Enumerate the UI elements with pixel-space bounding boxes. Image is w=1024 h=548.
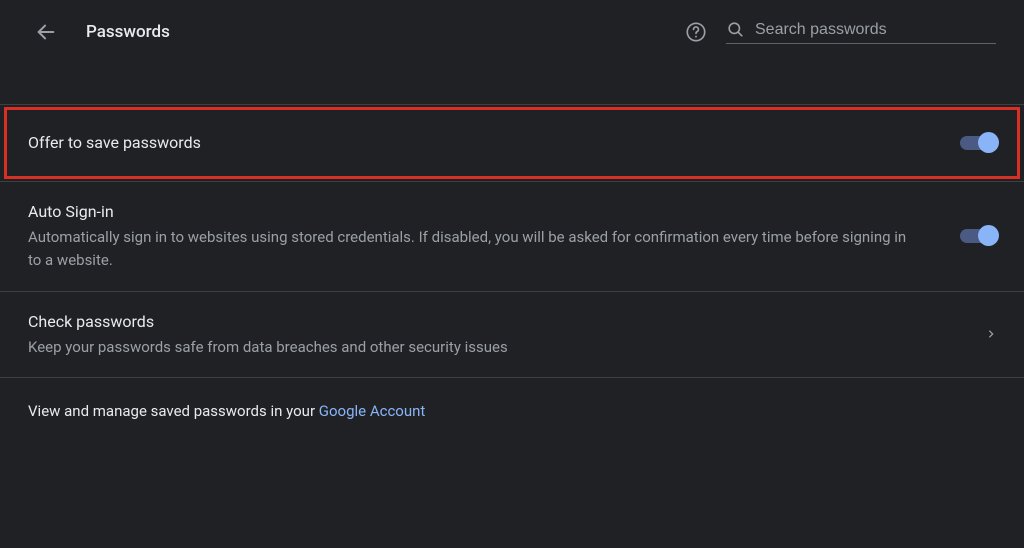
row-text: Check passwords Keep your passwords safe…	[28, 310, 978, 359]
manage-passwords-footer: View and manage saved passwords in your …	[0, 378, 1024, 444]
row-description: Automatically sign in to websites using …	[28, 226, 920, 273]
toggle-knob	[978, 132, 999, 153]
page-title: Passwords	[86, 22, 170, 42]
chevron-right-icon	[986, 329, 996, 339]
google-account-link[interactable]: Google Account	[319, 402, 426, 420]
help-button[interactable]	[678, 14, 714, 50]
row-description: Keep your passwords safe from data breac…	[28, 336, 938, 359]
row-text: Offer to save passwords	[28, 131, 960, 155]
toggle-knob	[978, 225, 999, 246]
back-button[interactable]	[28, 14, 64, 50]
settings-panel: Offer to save passwords Auto Sign-in Aut…	[0, 104, 1024, 444]
search-field[interactable]	[726, 20, 996, 44]
header: Passwords	[0, 0, 1024, 64]
search-icon	[726, 20, 745, 39]
offer-save-toggle[interactable]	[960, 136, 996, 150]
search-input[interactable]	[755, 21, 996, 39]
row-title: Offer to save passwords	[28, 131, 920, 155]
auto-sign-in-toggle[interactable]	[960, 229, 996, 243]
row-title: Auto Sign-in	[28, 200, 920, 224]
auto-sign-in-row[interactable]: Auto Sign-in Automatically sign in to we…	[0, 182, 1024, 292]
arrow-back-icon	[35, 21, 57, 43]
help-icon	[685, 21, 707, 43]
check-passwords-row[interactable]: Check passwords Keep your passwords safe…	[0, 292, 1024, 378]
row-title: Check passwords	[28, 310, 938, 334]
row-text: Auto Sign-in Automatically sign in to we…	[28, 200, 960, 273]
offer-to-save-passwords-row[interactable]: Offer to save passwords	[0, 105, 1024, 182]
footer-text: View and manage saved passwords in your	[28, 402, 319, 420]
